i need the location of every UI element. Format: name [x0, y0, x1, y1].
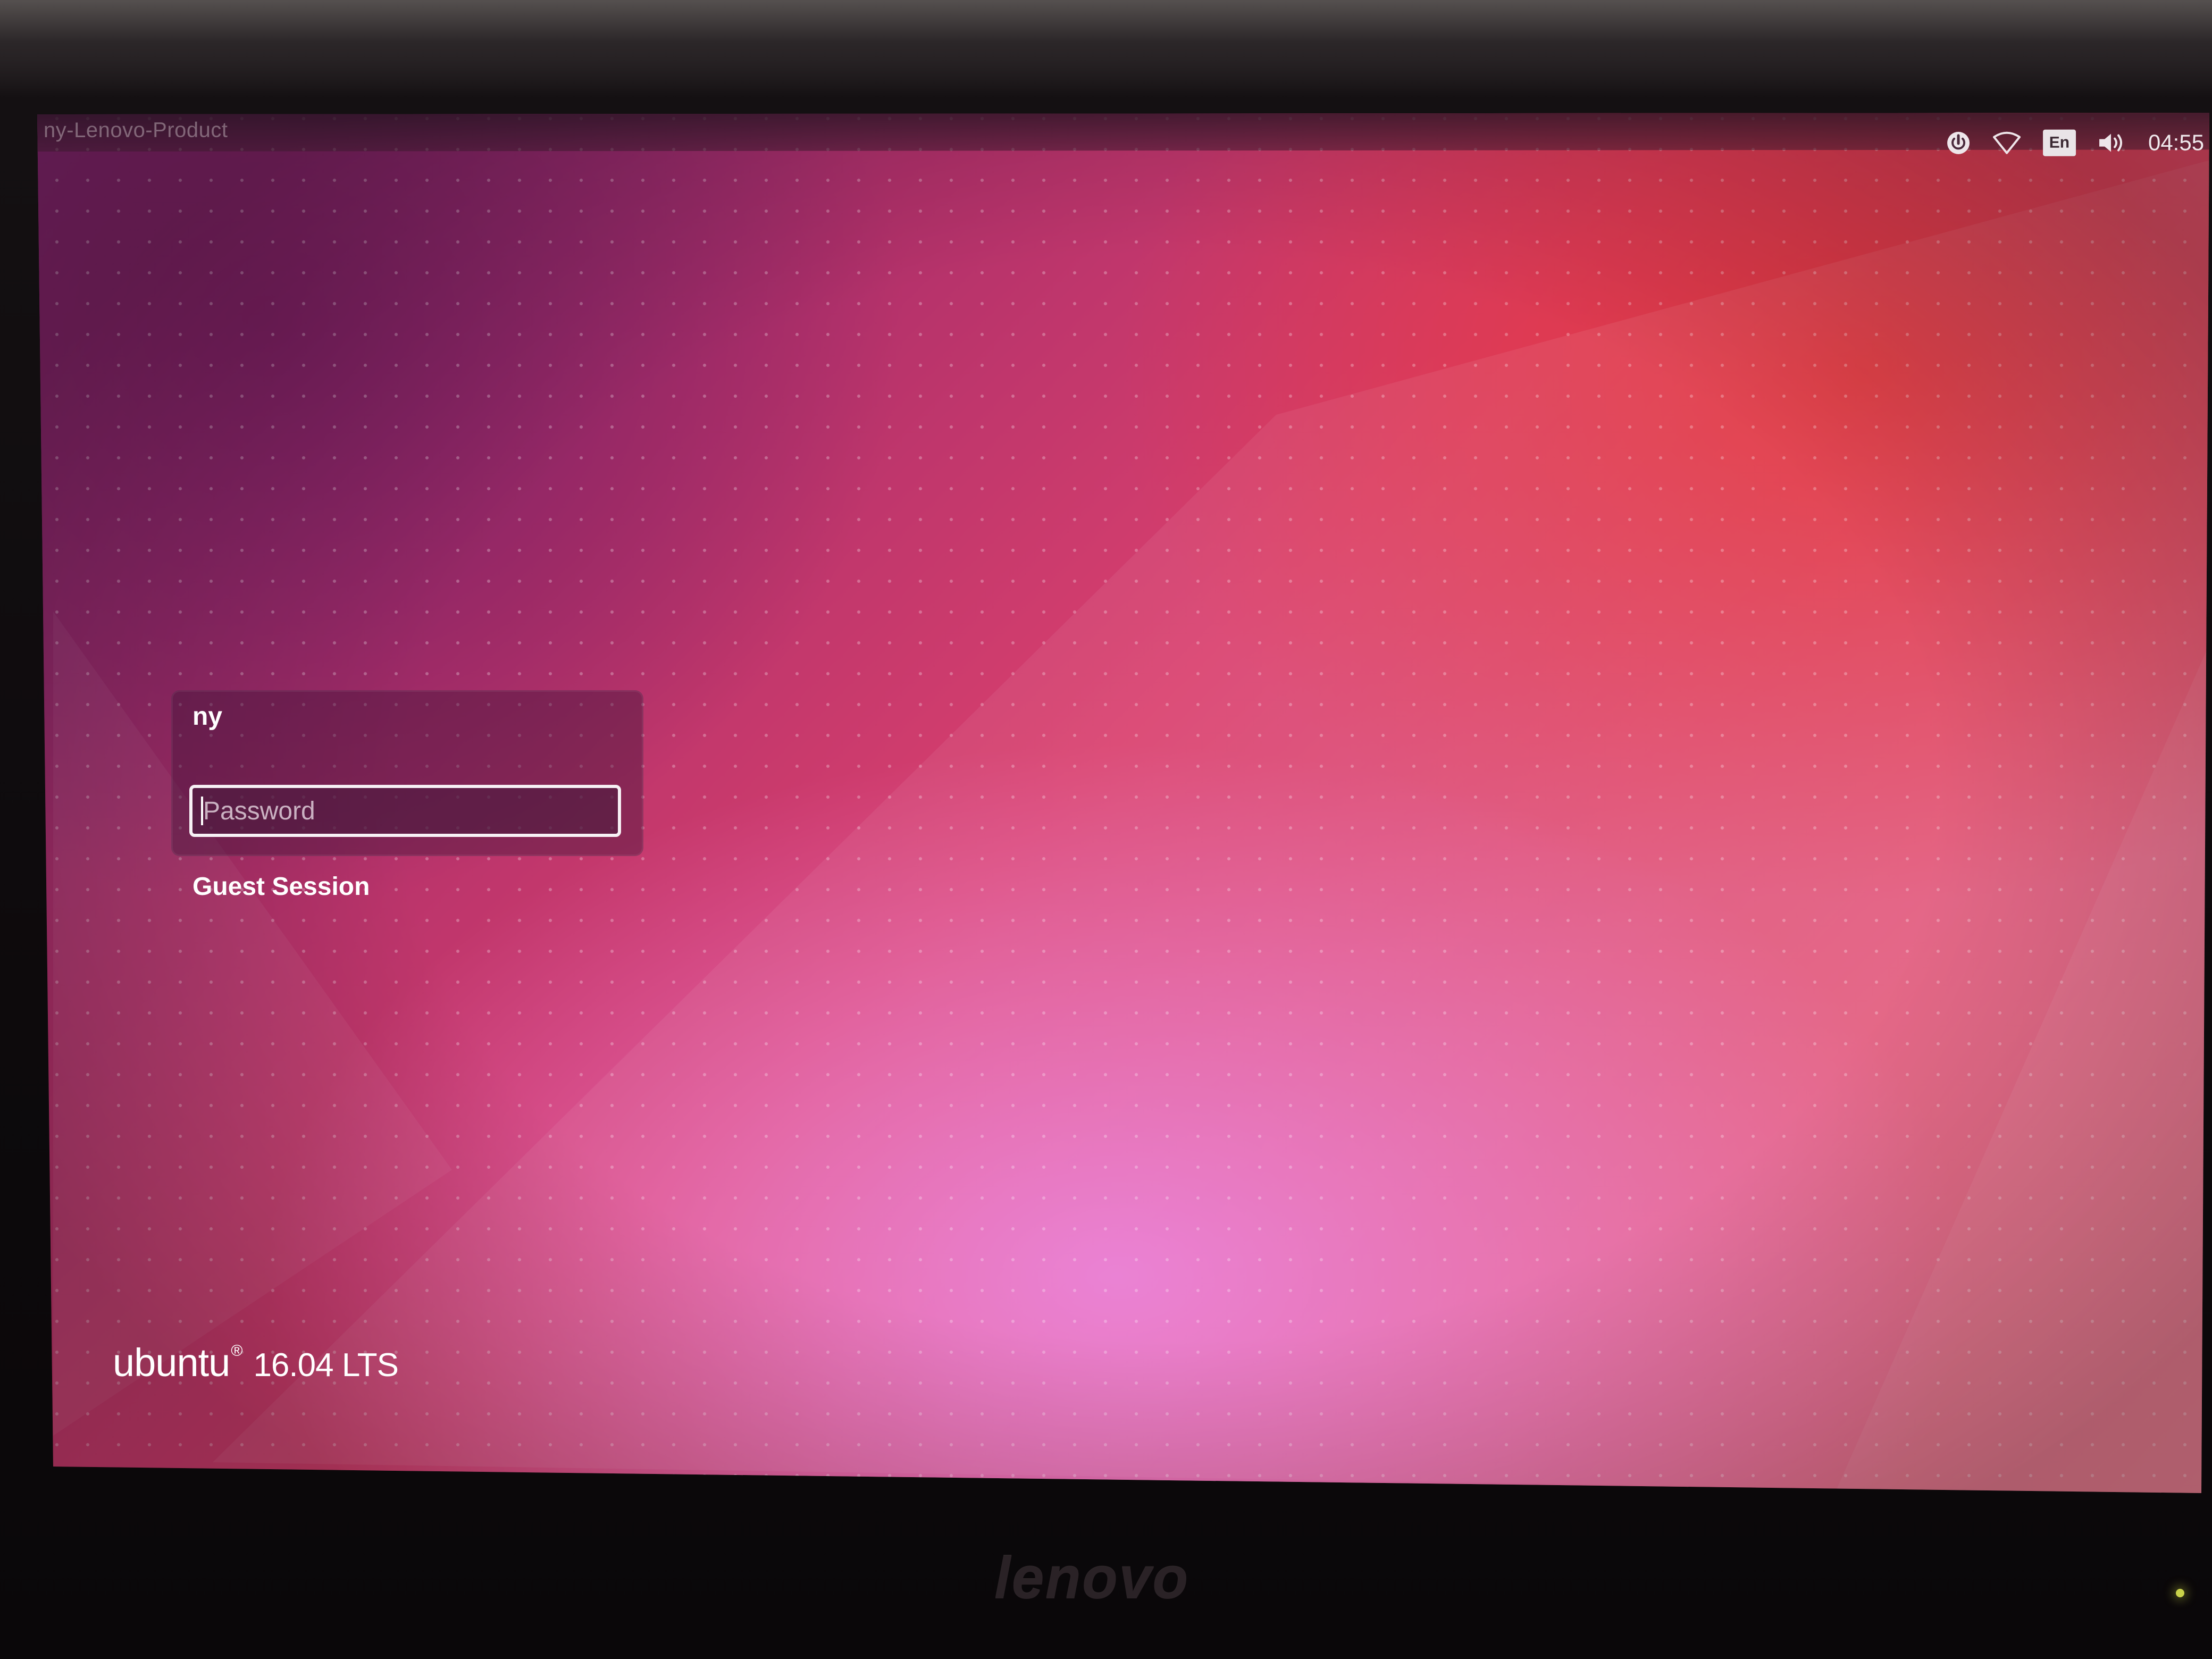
hostname-label: ny-Lenovo-Product	[44, 118, 228, 142]
login-screen: ny-Lenovo-Product En 04:55 ny Guest Sess…	[37, 113, 2209, 1493]
ubuntu-branding: ubuntu ® 16.04 LTS	[113, 1340, 399, 1385]
volume-icon[interactable]	[2097, 131, 2127, 155]
power-led	[2176, 1589, 2184, 1597]
version-label: 16.04 LTS	[253, 1347, 398, 1384]
power-icon[interactable]	[1946, 131, 1971, 155]
lenovo-logo: lenovo	[994, 1546, 1189, 1611]
registered-mark: ®	[231, 1342, 243, 1360]
guest-session-link[interactable]: Guest Session	[192, 872, 370, 901]
text-cursor	[201, 797, 203, 825]
wifi-icon[interactable]	[1992, 131, 2022, 155]
indicator-area: En 04:55	[1946, 129, 2204, 156]
ubuntu-logo-text: ubuntu	[113, 1340, 230, 1385]
clock[interactable]: 04:55	[2148, 130, 2204, 155]
bezel-top-edge	[0, 0, 2212, 96]
login-box: ny	[171, 690, 643, 856]
password-input[interactable]	[189, 785, 621, 837]
username-label[interactable]: ny	[192, 702, 222, 731]
keyboard-layout-icon[interactable]: En	[2042, 129, 2076, 156]
